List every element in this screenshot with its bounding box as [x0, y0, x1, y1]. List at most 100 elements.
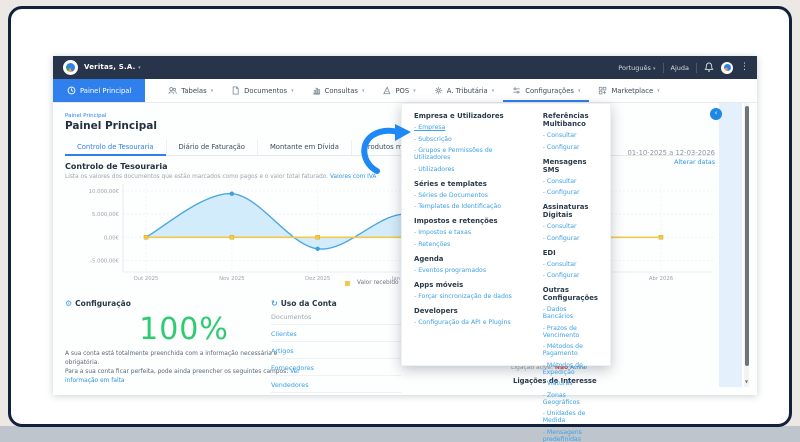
nav-item-label: A. Tributária — [446, 86, 488, 95]
usage-item-artigos[interactable]: Artigos — [271, 342, 401, 359]
dropdown-item-consultar[interactable]: Consultar — [543, 132, 598, 139]
nav-item-label: POS — [395, 86, 410, 95]
dropdown-item-m-todos-de-expedi-o[interactable]: Métodos de Expedição — [543, 362, 598, 376]
dropdown-item-configurar[interactable]: Configurar — [543, 235, 598, 242]
collapse-panel-button[interactable]: ‹ — [710, 108, 722, 120]
user-avatar[interactable] — [721, 61, 733, 74]
dropdown-group-title: Empresa e Utilizadores — [414, 112, 504, 120]
nav-item-configura-es[interactable]: Configurações ▾ — [503, 79, 590, 102]
dropdown-item-grupos-e-permiss-es-de-utilizadores[interactable]: Grupos e Permissões de Utilizadores — [414, 147, 531, 161]
nav-item-tabelas[interactable]: Tabelas ▾ — [159, 79, 222, 102]
chevron-down-icon: ▾ — [653, 65, 656, 72]
kebab-menu-icon[interactable]: ⋮ — [740, 63, 749, 72]
dropdown-item-configurar[interactable]: Configurar — [543, 272, 598, 279]
usage-item-clientes[interactable]: Clientes — [271, 325, 401, 342]
dropdown-item-m-todos-de-pagamento[interactable]: Métodos de Pagamento — [543, 343, 598, 357]
dropdown-item-viaturas[interactable]: Viaturas — [543, 380, 598, 387]
section-subtitle: Lista os valores dos documentos que estã… — [65, 174, 376, 180]
desk-surface — [0, 426, 800, 442]
chevron-down-icon: ▾ — [138, 65, 141, 71]
scrollbar-thumb[interactable] — [744, 106, 749, 366]
usage-card-header: ↻ Uso da Conta — [271, 299, 401, 308]
app-screenshot: Veritas, S.A. ▾ Português ▾ Ajuda ⋮ Pain… — [53, 56, 757, 442]
dropdown-item-configurar[interactable]: Configurar — [543, 144, 598, 151]
dropdown-item-consultar[interactable]: Consultar — [543, 261, 598, 268]
dropdown-item-zonas-geogr-ficos[interactable]: Zonas Geográficos — [543, 392, 598, 406]
usage-title: Uso da Conta — [280, 299, 337, 308]
divider — [662, 62, 664, 73]
dropdown-item-unidades-de-medida[interactable]: Unidades de Medida — [543, 410, 598, 424]
right-side-panel — [719, 103, 742, 387]
dropdown-item-empresa[interactable]: Empresa — [414, 124, 531, 131]
bell-icon[interactable] — [704, 62, 714, 73]
nav-item-painel-principal[interactable]: Painel Principal — [53, 79, 146, 102]
legend-swatch — [345, 280, 350, 286]
browser-window-frame: Veritas, S.A. ▾ Português ▾ Ajuda ⋮ Pain… — [8, 6, 792, 442]
dropdown-item-configurar[interactable]: Configurar — [543, 189, 598, 196]
dropdown-item-templates-de-identifica-o[interactable]: Templates de Identificação — [414, 203, 531, 210]
chevron-down-icon: ▾ — [657, 87, 660, 94]
company-logo[interactable] — [63, 60, 78, 75]
dropdown-item-utilizadores[interactable]: Utilizadores — [414, 166, 531, 173]
dropdown-group-title: Agenda — [414, 254, 444, 263]
section-subtitle-text: Lista os valores dos documentos que estã… — [65, 174, 329, 180]
settings-dropdown-menu: Empresa e Utilizadores Empresa Subscrição G… — [401, 103, 611, 442]
svg-text:5.000,00€: 5.000,00€ — [92, 212, 120, 218]
configuration-text: A sua conta está totalmente preenchida c… — [65, 350, 303, 385]
tab-controlo-de-tesouraria[interactable]: Controlo de Tesouraria — [65, 140, 167, 156]
company-name[interactable]: Veritas, S.A. ▾ — [84, 63, 141, 71]
dropdown-group-title: Assinaturas Digitais — [542, 203, 589, 219]
dropdown-item-reten-es[interactable]: Retenções — [414, 241, 531, 248]
usage-item-fornecedores[interactable]: Fornecedores — [271, 359, 401, 376]
nav-item-a-tribut-ria[interactable]: A. Tributária ▾ — [425, 79, 504, 102]
dropdown-item-eventos-programados[interactable]: Eventos programados — [414, 267, 531, 274]
dropdown-item-for-ar-sincroniza-o-de-dados[interactable]: Forçar sincronização de dados — [414, 293, 531, 300]
dropdown-group-title: Developers — [414, 306, 458, 315]
scrollbar-down-arrow[interactable]: ▼ — [744, 379, 749, 384]
dropdown-item-mensagens-predefinidas[interactable]: Mensagens predefinidas — [543, 429, 598, 442]
tab-di-rio-de-fatura-o[interactable]: Diário de Faturação — [167, 140, 258, 155]
configuration-line1: A sua conta está totalmente preenchida c… — [65, 351, 278, 366]
usage-item-vendedores[interactable]: Vendedores — [271, 376, 401, 393]
chevron-down-icon: ▾ — [491, 87, 495, 94]
dropdown-group-title: Impostos e retenções — [414, 217, 498, 225]
dropdown-column-2: Referências Multibanco Consultar Configura… — [542, 112, 598, 442]
nav-item-marketplace[interactable]: Marketplace ▾ — [589, 79, 668, 102]
language-selector[interactable]: Português ▾ — [618, 64, 655, 72]
configuration-card: ⚙ Configuração 100% A sua conta está tota… — [65, 299, 303, 385]
dropdown-item-consultar[interactable]: Consultar — [543, 223, 598, 230]
nav-item-label: Tabelas — [181, 86, 207, 95]
dropdown-group-title: Séries e templates — [414, 179, 487, 188]
breadcrumb[interactable]: Painel Principal — [65, 113, 107, 119]
nav-item-consultas[interactable]: Consultas ▾ — [303, 79, 374, 102]
svg-text:Nov 2025: Nov 2025 — [219, 276, 245, 282]
usage-list: Documentos Clientes Artigos Fornecedores Ven… — [271, 308, 401, 393]
dropdown-item-s-ries-de-documentos[interactable]: Séries de Documentos — [414, 192, 531, 199]
dropdown-item-dados-banc-rios[interactable]: Dados Bancários — [543, 306, 598, 320]
dropdown-item-subscri-o[interactable]: Subscrição — [414, 136, 531, 143]
dropdown-item-consultar[interactable]: Consultar — [543, 178, 598, 185]
help-link[interactable]: Ajuda — [671, 64, 689, 72]
vertical-scrollbar[interactable]: ▼ — [744, 103, 749, 387]
svg-text:Dez 2025: Dez 2025 — [305, 276, 330, 282]
nav-item-label: Consultas — [324, 86, 358, 95]
annotation-arrow-icon — [361, 124, 411, 174]
dropdown-item-impostos-e-taxas[interactable]: Impostos e taxas — [414, 229, 531, 236]
svg-text:10.000,00€: 10.000,00€ — [89, 189, 120, 195]
users-icon — [168, 87, 177, 94]
tax-icon — [434, 86, 442, 95]
nav-item-pos[interactable]: POS ▾ — [373, 79, 424, 102]
chart-canvas: 10.000,00€ 5.000,00€ 0,00€ -5.000,00€ Out 20… — [89, 184, 713, 282]
grid-plus-icon — [599, 86, 607, 95]
chevron-down-icon: ▾ — [361, 87, 365, 94]
page-title: Painel Principal — [65, 120, 157, 132]
dropdown-item-configura-o-da-api-e-plugins[interactable]: Configuração da API e Plugins — [414, 319, 531, 326]
document-icon — [232, 86, 239, 95]
dropdown-item-prazos-de-vencimento[interactable]: Prazos de Vencimento — [543, 325, 598, 339]
nav-item-documentos[interactable]: Documentos ▾ — [222, 79, 302, 102]
svg-text:0,00€: 0,00€ — [104, 235, 120, 241]
main-nav: Painel Principal Tabelas ▾ Documentos ▾ Consu… — [53, 79, 757, 103]
tab-montante-em-d-vida[interactable]: Montante em Dívida — [258, 140, 352, 155]
nav-item-label: Configurações — [525, 86, 574, 95]
section-title: Controlo de Tesouraria — [65, 162, 168, 171]
